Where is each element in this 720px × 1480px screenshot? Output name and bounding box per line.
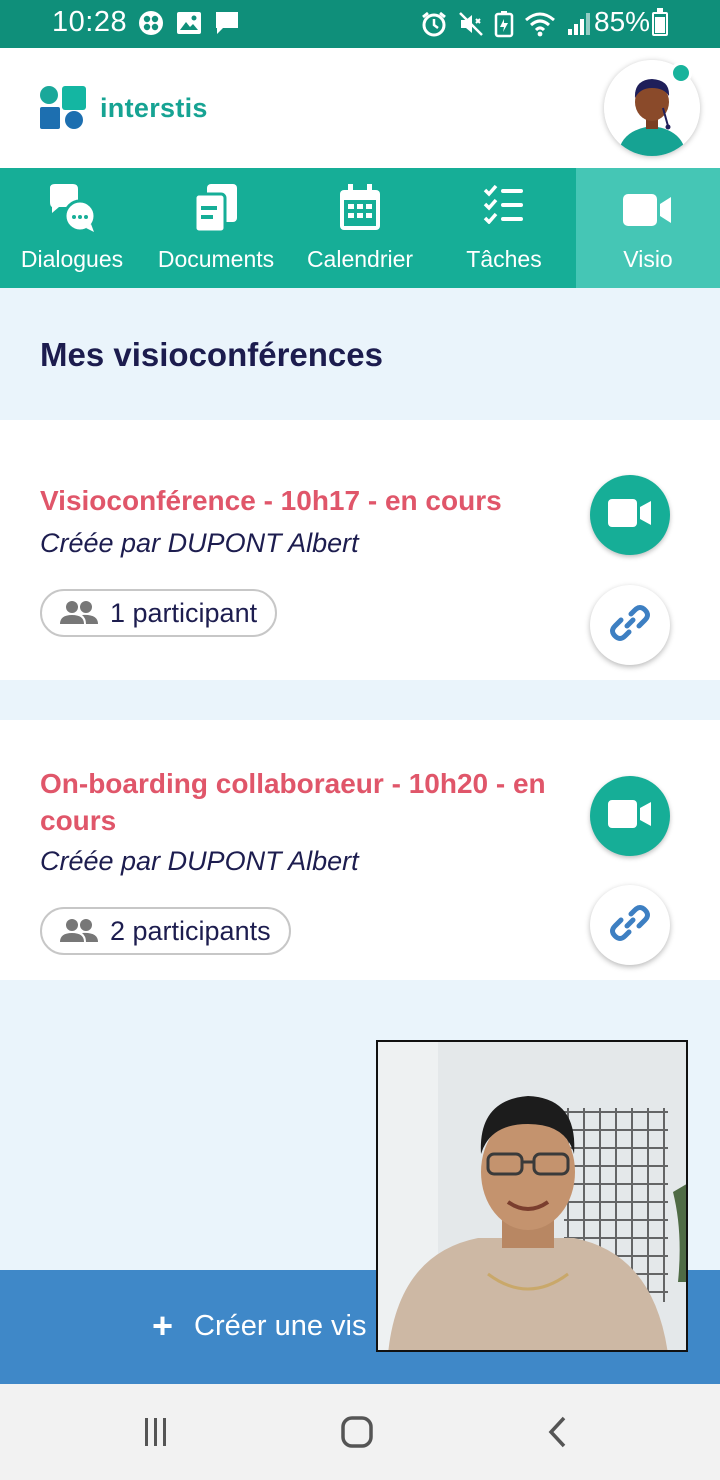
- tab-documents[interactable]: Documents: [144, 168, 288, 288]
- status-bar: 10:28 85%: [0, 0, 720, 48]
- status-time: 10:28: [52, 6, 128, 38]
- chat-bubbles-icon: [0, 184, 144, 234]
- tab-label: Dialogues: [20, 246, 124, 272]
- tab-label: Visio: [623, 246, 673, 272]
- tab-dialogues[interactable]: Dialogues: [0, 168, 144, 288]
- brand-name: interstis: [100, 93, 208, 123]
- meeting-creator: Créée par DUPONT Albert: [40, 846, 359, 876]
- page-title: Mes visioconférences: [40, 336, 383, 373]
- battery-saver-icon: [494, 10, 514, 43]
- tab-label: Documents: [157, 246, 275, 272]
- people-icon: [60, 600, 98, 626]
- video-camera-icon: [576, 184, 720, 234]
- tab-label: Calendrier: [306, 246, 414, 272]
- meeting-title[interactable]: On-boarding collaboraeur - 10h20 - en co…: [40, 765, 570, 839]
- signal-icon: [566, 11, 592, 42]
- meeting-card: On-boarding collaboraeur - 10h20 - en co…: [0, 720, 720, 980]
- participants-badge[interactable]: 1 participant: [40, 589, 278, 637]
- participants-count: 2 participants: [110, 915, 271, 946]
- tab-calendrier[interactable]: Calendrier: [288, 168, 432, 288]
- tab-label: Tâches: [466, 246, 542, 272]
- create-visio-label: Créer une vis: [194, 1310, 367, 1342]
- meeting-title[interactable]: Visioconférence - 10h17 - en cours: [40, 482, 570, 519]
- checklist-icon: [432, 184, 576, 234]
- people-icon: [60, 918, 98, 944]
- video-camera-icon: [608, 498, 652, 533]
- notification-icons: [138, 10, 240, 41]
- link-icon: [609, 902, 651, 949]
- back-button[interactable]: [538, 1412, 578, 1452]
- tab-visio[interactable]: Visio: [576, 168, 720, 288]
- participants-count: 1 participant: [110, 597, 258, 628]
- gallery-icon: [176, 11, 202, 40]
- alarm-icon: [420, 10, 448, 43]
- video-camera-icon: [608, 799, 652, 834]
- join-video-button[interactable]: [590, 776, 670, 856]
- meeting-card: Visioconférence - 10h17 - en cours Créée…: [0, 420, 720, 680]
- online-status-dot: [670, 62, 692, 84]
- system-icons: [420, 10, 592, 43]
- interstis-logo: [40, 86, 90, 132]
- copy-link-button[interactable]: [590, 585, 670, 665]
- link-icon: [609, 602, 651, 649]
- tab-taches[interactable]: Tâches: [432, 168, 576, 288]
- join-video-button[interactable]: [590, 475, 670, 555]
- main-nav-tabs: Dialogues Documents Calendrier Tâches Vi…: [0, 168, 720, 288]
- calendar-icon: [288, 184, 432, 234]
- participants-badge[interactable]: 2 participants: [40, 907, 291, 955]
- message-icon: [214, 10, 240, 41]
- documents-icon: [144, 184, 288, 234]
- photos-icon: [138, 10, 164, 41]
- android-nav-bar: [0, 1384, 720, 1480]
- meeting-creator: Créée par DUPONT Albert: [40, 528, 359, 558]
- app-header: interstis: [0, 48, 720, 168]
- mute-icon: [458, 10, 484, 43]
- recent-apps-button[interactable]: [136, 1412, 176, 1452]
- home-button[interactable]: [337, 1412, 377, 1452]
- battery-icon: [652, 8, 668, 36]
- self-video-preview[interactable]: [376, 1040, 688, 1352]
- wifi-icon: [524, 11, 556, 42]
- plus-icon: +: [152, 1305, 174, 1346]
- copy-link-button[interactable]: [590, 885, 670, 965]
- battery-level: 85%: [594, 6, 651, 37]
